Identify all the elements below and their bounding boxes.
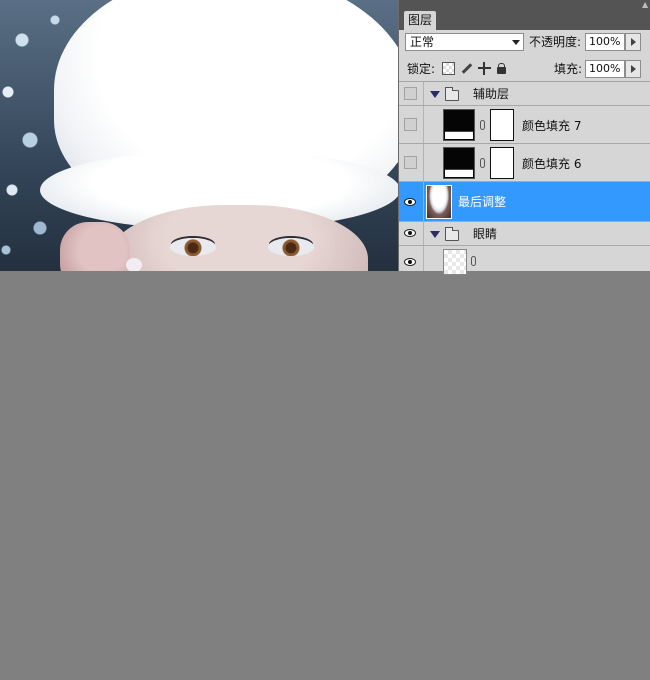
fill-slider-button[interactable] [625, 60, 641, 78]
blend-row: 正常 不透明度: 100% [399, 31, 650, 55]
layer-row[interactable]: 辅助层 [399, 82, 650, 106]
layer-name: 最后调整 [458, 195, 507, 209]
folder-icon [445, 87, 459, 101]
fill-label: 填充: [554, 62, 583, 76]
visibility-toggle[interactable] [404, 156, 417, 169]
hand [60, 222, 130, 271]
opacity-label: 不透明度: [529, 35, 582, 49]
left-eye [170, 238, 216, 256]
eye-icon [404, 198, 416, 206]
blend-mode-select[interactable]: 正常 [405, 33, 524, 51]
panel-menu-icon[interactable]: ▲ [642, 0, 648, 9]
chevron-down-icon [512, 40, 520, 45]
divider [423, 222, 424, 245]
mask-thumbnail[interactable] [490, 109, 514, 141]
layer-name: 颜色填充 7 [522, 119, 582, 133]
fill-thumbnail [443, 147, 475, 179]
folder-icon [445, 227, 459, 241]
layer-thumbnail [443, 249, 467, 275]
lock-position-icon[interactable] [478, 62, 491, 75]
opacity-slider-button[interactable] [625, 33, 641, 51]
lock-all-icon[interactable] [495, 62, 508, 75]
layer-name: 辅助层 [473, 87, 510, 101]
layer-name: 眼睛 [473, 227, 498, 241]
eye-icon [404, 258, 416, 266]
visibility-toggle[interactable] [404, 196, 417, 209]
link-icon[interactable] [471, 256, 476, 266]
tab-layers[interactable]: 图层 [404, 11, 436, 30]
divider [423, 144, 424, 181]
canvas-photo[interactable] [0, 0, 398, 271]
divider [423, 82, 424, 105]
divider [423, 106, 424, 143]
lock-label: 锁定: [407, 62, 436, 76]
visibility-toggle[interactable] [404, 118, 417, 131]
layer-row[interactable]: 眼睛 [399, 222, 650, 246]
blend-mode-value: 正常 [410, 35, 435, 49]
eye-icon [404, 229, 416, 237]
link-icon[interactable] [480, 158, 485, 168]
fill-thumbnail [443, 109, 475, 141]
expand-triangle-icon[interactable] [430, 91, 440, 98]
lock-row: 锁定: 填充: 100% [399, 57, 650, 82]
layer-row[interactable]: 颜色填充 6 [399, 144, 650, 182]
layer-row[interactable] [399, 246, 650, 275]
lock-pixels-icon[interactable] [460, 62, 473, 75]
layer-name: 颜色填充 6 [522, 157, 582, 171]
fingernail [126, 258, 142, 271]
visibility-toggle[interactable] [404, 227, 417, 240]
visibility-toggle[interactable] [404, 87, 417, 100]
divider [423, 246, 424, 271]
panel-tabbar: 图层 ▲ [399, 0, 650, 30]
layer-row-selected[interactable]: 最后调整 [399, 182, 650, 222]
mask-thumbnail[interactable] [490, 147, 514, 179]
layer-row[interactable]: 颜色填充 7 [399, 106, 650, 144]
right-eye [268, 238, 314, 256]
lock-transparency-icon[interactable] [442, 62, 455, 75]
divider [423, 182, 424, 221]
opacity-input[interactable]: 100% [585, 33, 625, 51]
expand-triangle-icon[interactable] [430, 231, 440, 238]
link-icon[interactable] [480, 120, 485, 130]
image-thumbnail [426, 185, 452, 219]
fill-input[interactable]: 100% [585, 60, 625, 78]
layers-panel: 图层 ▲ 正常 不透明度: 100% 锁定: 填充: 100% 辅助层 颜色填充… [398, 0, 650, 275]
visibility-toggle[interactable] [404, 256, 417, 269]
